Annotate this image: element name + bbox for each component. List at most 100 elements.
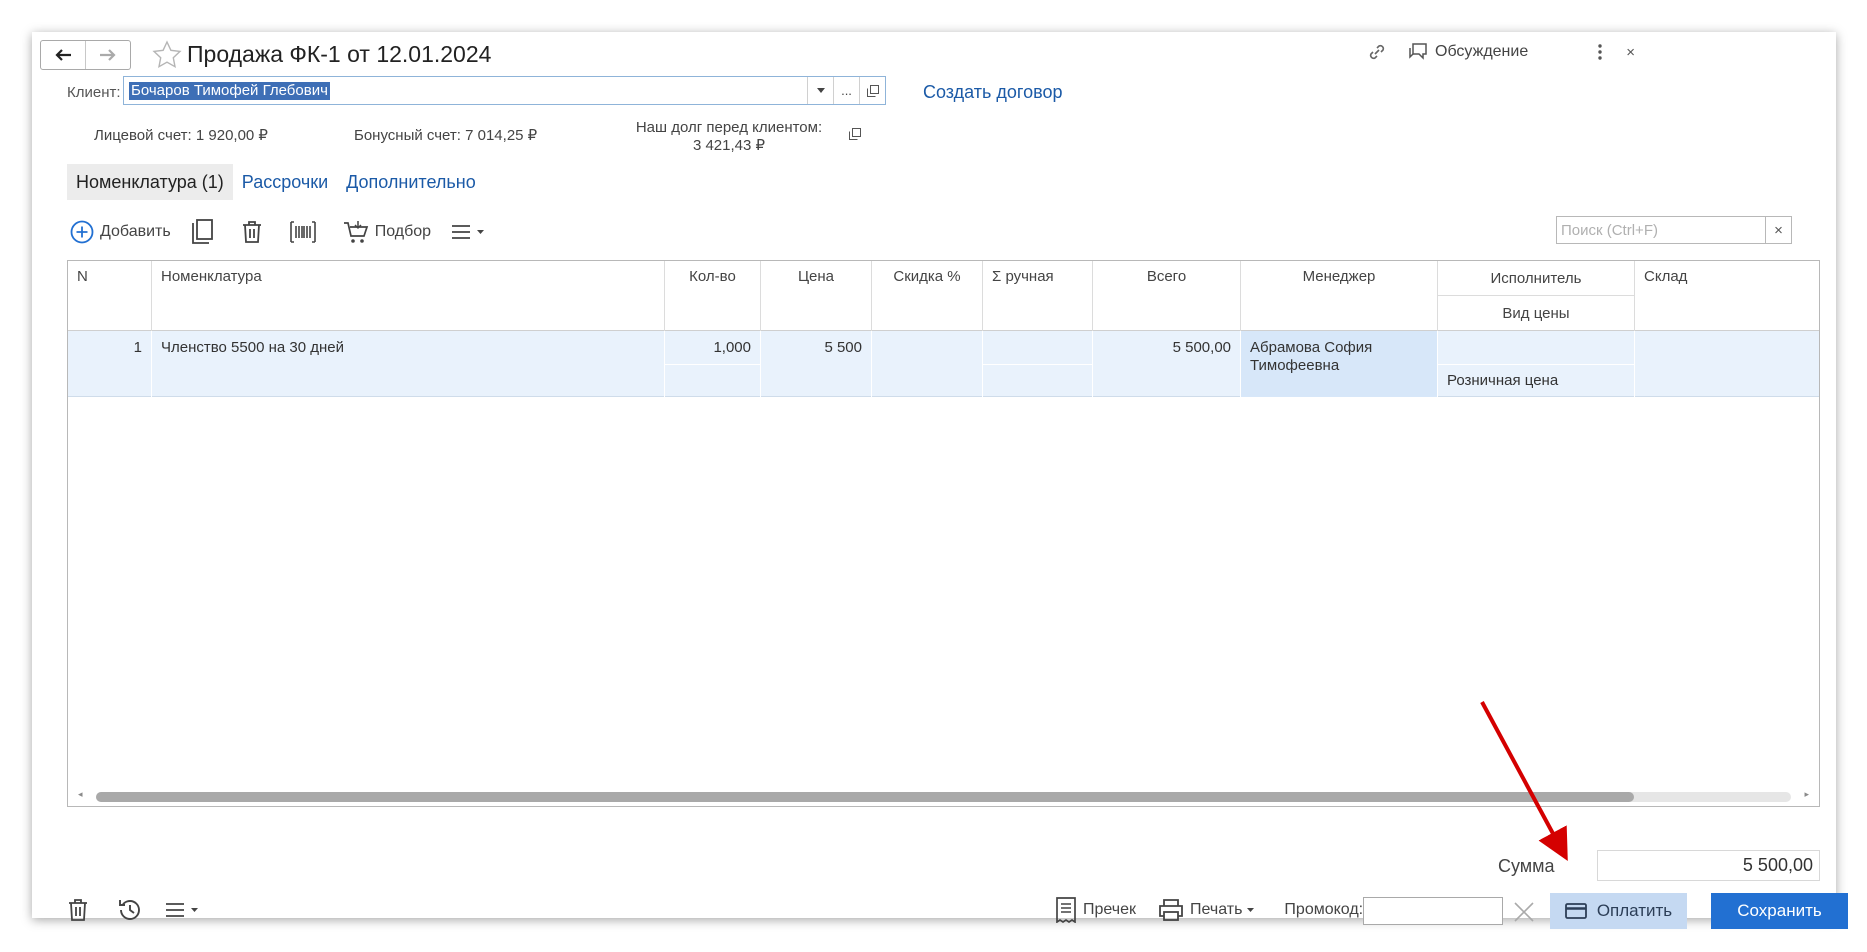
discussion-icon — [1409, 43, 1427, 60]
history-icon[interactable] — [117, 897, 143, 923]
items-table: N Номенклатура Кол-во Цена Скидка % Σ ру… — [67, 260, 1820, 807]
tab-nomenclature[interactable]: Номенклатура (1) — [67, 164, 233, 200]
cell-manual-sum[interactable] — [983, 331, 1093, 397]
cell-price-type[interactable]: Розничная цена — [1438, 365, 1634, 397]
column-header-total[interactable]: Всего — [1093, 261, 1241, 331]
save-button[interactable]: Сохранить — [1711, 893, 1848, 929]
cell-warehouse[interactable] — [1635, 331, 1819, 397]
scrollbar-thumb[interactable] — [96, 792, 1634, 802]
add-button[interactable]: Добавить — [70, 220, 171, 244]
ellipsis-icon: ... — [841, 83, 852, 98]
pay-button[interactable]: Оплатить — [1550, 893, 1687, 929]
tab-additional[interactable]: Дополнительно — [337, 164, 485, 200]
cell-executor-group: Розничная цена — [1438, 331, 1635, 397]
bonus-account: Бонусный счет: 7 014,25 ₽ — [354, 127, 538, 144]
printer-icon — [1159, 899, 1183, 921]
print-label: Печать — [1190, 901, 1243, 918]
credit-card-icon — [1564, 903, 1587, 919]
debt-label: Наш долг перед клиентом: — [635, 119, 823, 136]
chevron-down-icon — [816, 88, 825, 93]
create-contract-link[interactable]: Создать договор — [923, 82, 1062, 103]
column-header-discount[interactable]: Скидка % — [872, 261, 983, 331]
client-label: Клиент: — [67, 84, 121, 101]
cell-total[interactable]: 5 500,00 — [1093, 331, 1241, 397]
search-box: × — [1556, 216, 1792, 244]
client-open-button[interactable] — [859, 77, 885, 104]
cell-executor[interactable] — [1438, 331, 1634, 364]
chevron-down-icon — [477, 230, 485, 234]
barcode-icon — [289, 221, 316, 243]
more-actions-button[interactable] — [451, 224, 490, 240]
client-input[interactable]: Бочаров Тимофей Глебович — [124, 77, 807, 104]
column-header-manager[interactable]: Менеджер — [1241, 261, 1438, 331]
discussion-button[interactable]: Обсуждение — [1407, 42, 1528, 62]
receipt-button[interactable]: Пречек — [1055, 897, 1136, 923]
tab-installments[interactable]: Рассрочки — [233, 164, 337, 200]
favorite-star-icon[interactable] — [152, 40, 182, 70]
forward-button[interactable] — [85, 41, 130, 69]
column-header-executor[interactable]: Исполнитель — [1438, 261, 1634, 296]
scroll-left-icon[interactable]: ◂ — [78, 789, 83, 800]
more-vertical-icon[interactable] — [1590, 42, 1610, 62]
trash-icon[interactable] — [67, 898, 89, 922]
cell-price[interactable]: 5 500 — [761, 331, 872, 397]
barcode-button[interactable] — [289, 220, 323, 244]
column-header-item[interactable]: Номенклатура — [152, 261, 665, 331]
cell-discount[interactable] — [872, 331, 983, 397]
copy-icon — [191, 219, 213, 244]
trash-icon — [242, 221, 261, 243]
column-header-price[interactable]: Цена — [761, 261, 872, 331]
column-header-price-type[interactable]: Вид цены — [1438, 296, 1634, 331]
cell-qty[interactable]: 1,000 — [665, 331, 761, 397]
plus-circle-icon — [70, 220, 94, 244]
sum-field: 5 500,00 — [1597, 850, 1820, 881]
promo-label: Промокод: — [1284, 901, 1364, 918]
copy-button[interactable] — [191, 219, 221, 245]
chevron-down-icon — [1247, 908, 1255, 912]
delete-row-button[interactable] — [241, 220, 269, 244]
cell-qty-value: 1,000 — [713, 339, 751, 356]
table-header: N Номенклатура Кол-во Цена Скидка % Σ ру… — [68, 261, 1819, 331]
pay-label: Оплатить — [1596, 901, 1673, 920]
open-window-icon — [866, 84, 879, 97]
menu-icon — [452, 225, 471, 239]
column-header-qty[interactable]: Кол-во — [665, 261, 761, 331]
selection-button[interactable]: Подбор — [343, 220, 431, 244]
column-header-warehouse[interactable]: Склад — [1635, 261, 1819, 331]
client-select-button[interactable]: ... — [833, 77, 859, 104]
print-button[interactable]: Печать — [1158, 898, 1260, 922]
debt-info: Наш долг перед клиентом: 3 421,43 ₽ — [617, 119, 841, 155]
search-input[interactable] — [1557, 217, 1765, 243]
scroll-right-icon[interactable]: ▸ — [1804, 789, 1809, 800]
cell-divider — [665, 364, 760, 365]
column-header-manual-sum[interactable]: Σ ручная — [983, 261, 1093, 331]
back-button[interactable] — [41, 41, 85, 69]
client-dropdown-button[interactable] — [807, 77, 833, 104]
table-row[interactable]: 1 Членство 5500 на 30 дней 1,000 5 500 5… — [68, 331, 1819, 397]
cell-manager[interactable]: Абрамова София Тимофеевна — [1241, 331, 1438, 397]
debt-value: 3 421,43 ₽ — [692, 137, 766, 154]
client-value: Бочаров Тимофей Глебович — [129, 81, 330, 100]
arrow-right-icon — [100, 49, 116, 61]
cell-item[interactable]: Членство 5500 на 30 дней — [152, 331, 665, 397]
link-icon[interactable] — [1367, 42, 1387, 62]
sum-label: Сумма — [1498, 856, 1555, 876]
open-window-icon[interactable] — [849, 128, 861, 140]
selection-label: Подбор — [374, 223, 432, 240]
footer-right-actions: Пречек Печать Промокод: — [1055, 892, 1363, 928]
receipt-icon — [1056, 897, 1076, 923]
footer-left-actions — [67, 892, 204, 928]
tab-bar: Номенклатура (1) Рассрочки Дополнительно — [67, 164, 485, 200]
column-header-n[interactable]: N — [68, 261, 152, 331]
clear-promo-icon[interactable] — [1513, 901, 1535, 923]
client-field[interactable]: Бочаров Тимофей Глебович ... — [123, 76, 886, 105]
add-label: Добавить — [100, 223, 171, 240]
search-clear-button[interactable]: × — [1765, 217, 1791, 243]
promo-input[interactable] — [1363, 897, 1503, 925]
close-icon[interactable]: × — [1626, 44, 1635, 61]
cell-n[interactable]: 1 — [68, 331, 152, 397]
footer-more-button[interactable] — [165, 902, 204, 918]
header-actions: Обсуждение × — [1367, 42, 1635, 62]
horizontal-scrollbar[interactable]: ◂ ▸ — [68, 786, 1819, 806]
chevron-down-icon — [191, 908, 198, 912]
